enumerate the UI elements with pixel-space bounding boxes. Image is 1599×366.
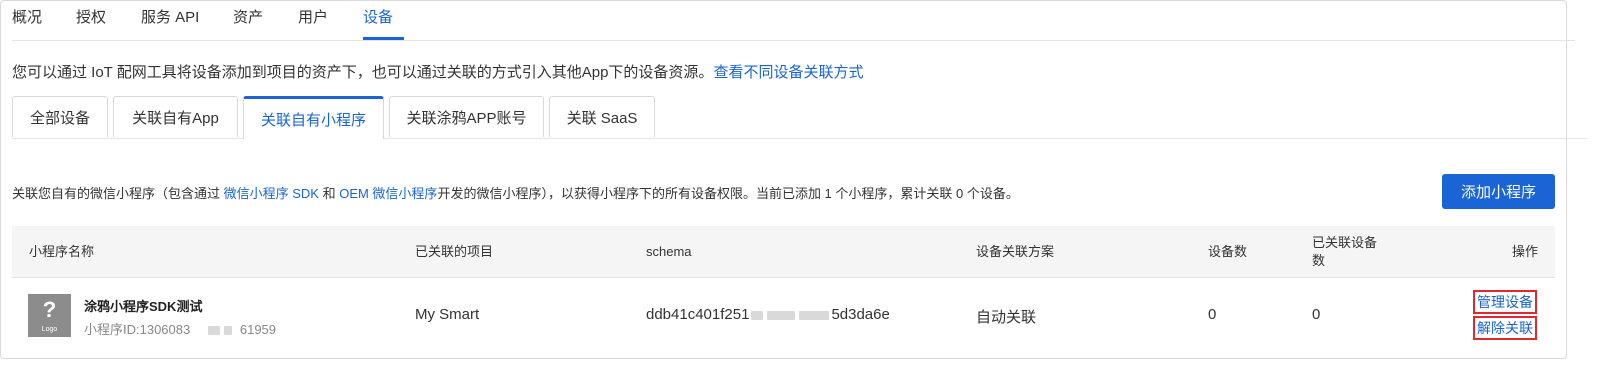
redacted-block (207, 326, 220, 336)
unlink-link[interactable]: 解除关联 (1473, 316, 1537, 340)
miniprogram-description: 关联您自有的微信小程序（包含通过 微信小程序 SDK 和 OEM 微信小程序开发… (12, 183, 1019, 202)
association-scheme: 自动关联 (976, 309, 1037, 326)
miniprogram-id-suffix: 61959 (239, 322, 277, 337)
miniprogram-id: 小程序ID:1306083 61959 (84, 319, 276, 338)
desc-text-2: 和 (318, 186, 340, 201)
manage-devices-link[interactable]: 管理设备 (1473, 290, 1537, 314)
tab-devices[interactable]: 设备 (363, 6, 393, 27)
schema-value: ddb41c401f251 5d3da6e (646, 306, 890, 323)
active-tab-indicator (363, 37, 404, 40)
redacted-block (799, 310, 830, 320)
header-name: 小程序名称 (29, 244, 95, 259)
schema-suffix: 5d3da6e (831, 306, 890, 323)
header-schema: schema (646, 244, 692, 259)
desc-text-1: 关联您自有的微信小程序（包含通过 (12, 186, 224, 201)
schema-prefix: ddb41c401f251 (646, 306, 750, 323)
subtab-own-miniprogram[interactable]: 关联自有小程序 (243, 96, 384, 139)
device-count: 0 (1208, 306, 1217, 323)
header-operations: 操作 (1511, 244, 1538, 259)
wechat-sdk-link[interactable]: 微信小程序 SDK (224, 186, 319, 201)
oem-wechat-link[interactable]: OEM 微信小程序 (339, 186, 437, 201)
add-miniprogram-button[interactable]: 添加小程序 (1442, 174, 1555, 209)
tab-service-api[interactable]: 服务 API (141, 6, 199, 27)
header-linked-line2: 数 (1312, 253, 1326, 268)
table-row: ? Logo 涂鸦小程序SDK测试 小程序ID:1306083 61959 My… (12, 278, 1555, 354)
redacted-block (767, 310, 796, 320)
desc-text-3: 开发的微信小程序），以获得小程序下的所有设备权限。当前已添加 1 个小程序，累计… (437, 186, 1019, 201)
tab-assets[interactable]: 资产 (233, 6, 263, 27)
tab-authorization[interactable]: 授权 (76, 6, 106, 27)
sub-tabs: 全部设备 关联自有App 关联自有小程序 关联涂鸦APP账号 关联 SaaS (12, 96, 1587, 139)
subtab-tuya-app-account[interactable]: 关联涂鸦APP账号 (389, 96, 544, 137)
table-header: 小程序名称 已关联的项目 schema 设备关联方案 设备数 已关联设备 数 操… (12, 226, 1555, 278)
subtab-own-app[interactable]: 关联自有App (113, 96, 238, 137)
tab-users[interactable]: 用户 (298, 6, 328, 27)
header-linked-devices: 已关联设备 数 (1312, 234, 1377, 270)
info-text: 您可以通过 IoT 配网工具将设备添加到项目的资产下，也可以通过关联的方式引入其… (12, 61, 863, 82)
miniprogram-name: 涂鸦小程序SDK测试 (84, 299, 203, 314)
tab-overview[interactable]: 概况 (12, 6, 42, 27)
header-project: 已关联的项目 (415, 244, 494, 259)
logo-placeholder-icon: ? (42, 297, 57, 322)
logo-text: Logo (41, 326, 58, 333)
redacted-block (751, 310, 764, 320)
info-message: 您可以通过 IoT 配网工具将设备添加到项目的资产下，也可以通过关联的方式引入其… (12, 64, 714, 81)
header-linked-line1: 已关联设备 (1312, 235, 1378, 250)
subtab-all-devices[interactable]: 全部设备 (12, 96, 108, 137)
header-scheme: 设备关联方案 (976, 244, 1055, 259)
linked-project: My Smart (415, 306, 480, 323)
subtab-saas[interactable]: 关联 SaaS (549, 96, 655, 137)
linked-device-count[interactable]: 0 (1312, 306, 1320, 323)
miniprogram-id-prefix: 小程序ID:1306083 (84, 322, 191, 337)
top-tabs: 概况 授权 服务 API 资产 用户 设备 (12, 0, 1575, 41)
association-methods-link[interactable]: 查看不同设备关联方式 (713, 64, 863, 81)
header-devices: 设备数 (1208, 244, 1248, 259)
redacted-block (223, 326, 232, 336)
miniprogram-logo: ? Logo (28, 294, 71, 337)
